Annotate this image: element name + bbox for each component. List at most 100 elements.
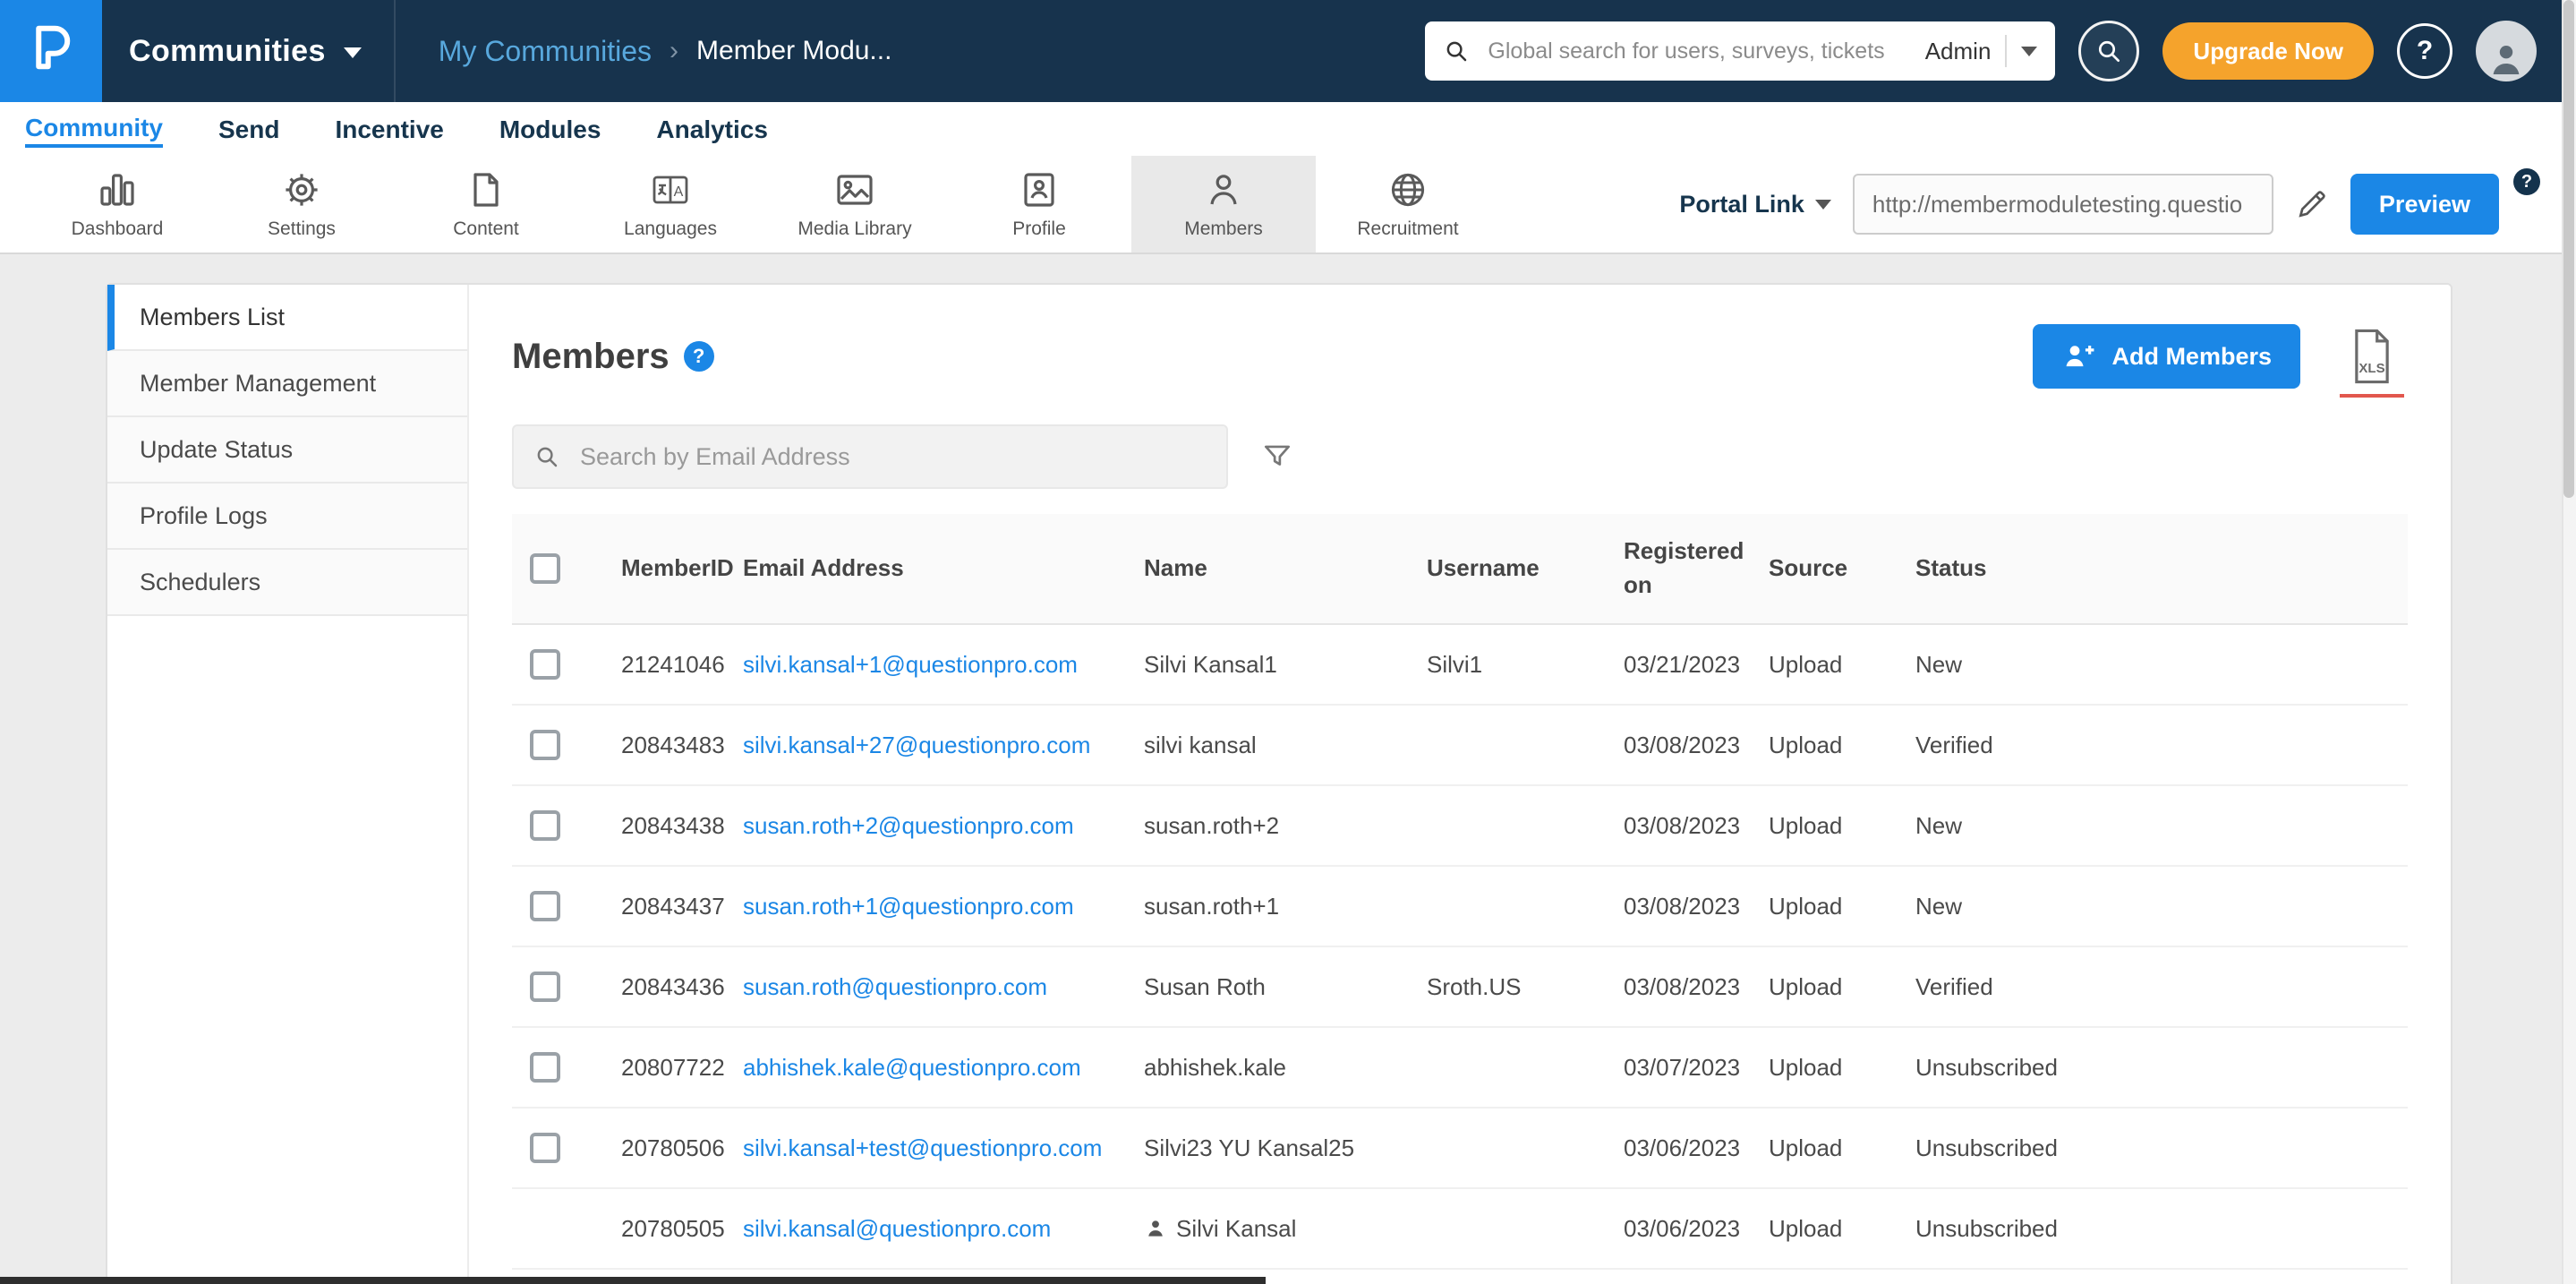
row-checkbox[interactable] <box>530 1133 560 1163</box>
toolbar-item-languages[interactable]: A Languages <box>578 156 763 253</box>
name-text: susan.roth+1 <box>1144 892 1280 920</box>
search-scope-selector[interactable]: Admin <box>1925 38 1992 65</box>
source-cell: Upload <box>1769 1134 1843 1161</box>
column-header-email: Email Address <box>743 554 904 582</box>
email-link[interactable]: susan.roth+2@questionpro.com <box>743 812 1074 839</box>
email-link[interactable]: abhishek.kale@questionpro.com <box>743 1054 1081 1081</box>
questionpro-logo[interactable] <box>0 0 102 102</box>
members-help-icon[interactable]: ? <box>683 341 714 372</box>
app-root: Communities My Communities › Member Modu… <box>0 0 2576 1284</box>
toolbar-item-settings[interactable]: Settings <box>209 156 394 253</box>
row-checkbox[interactable] <box>530 649 560 680</box>
logo-icon <box>24 21 78 81</box>
status-cell: New <box>1915 892 1963 920</box>
name-cell: Silvi Kansal <box>1133 1215 1416 1243</box>
export-xls-button[interactable]: XLS <box>2340 328 2404 398</box>
name-text: abhishek.kale <box>1144 1053 1286 1081</box>
members-card: Members List Member Management Update St… <box>106 283 2452 1284</box>
sidebar-item-schedulers[interactable]: Schedulers <box>107 550 467 616</box>
upgrade-now-button[interactable]: Upgrade Now <box>2162 22 2374 80</box>
nav-item-incentive[interactable]: Incentive <box>335 112 443 146</box>
memberid-cell: 20780505 <box>621 1214 725 1242</box>
username-cell: Sroth.US <box>1427 972 1522 1000</box>
sidebar-item-members-list[interactable]: Members List <box>107 285 467 351</box>
table-row: 20780506 silvi.kansal+test@questionpro.c… <box>512 1109 2408 1189</box>
email-link[interactable]: silvi.kansal@questionpro.com <box>743 1215 1051 1242</box>
name-text: Silvi Kansal1 <box>1144 650 1277 678</box>
add-members-button[interactable]: Add Members <box>2033 324 2300 389</box>
name-cell: susan.roth+2 <box>1133 812 1416 840</box>
vertical-scrollbar[interactable] <box>2562 0 2576 1284</box>
status-cell: Unsubscribed <box>1915 1134 2058 1161</box>
table-row: 20843436 susan.roth@questionpro.com Susa… <box>512 947 2408 1028</box>
row-checkbox[interactable] <box>530 730 560 760</box>
toolbar-item-dashboard[interactable]: Dashboard <box>25 156 209 253</box>
breadcrumb-my-communities[interactable]: My Communities <box>439 35 652 68</box>
product-switcher[interactable]: Communities <box>102 0 396 102</box>
member-search-box[interactable] <box>512 424 1228 489</box>
email-link[interactable]: susan.roth+1@questionpro.com <box>743 893 1074 920</box>
toolbar-item-content[interactable]: Content <box>394 156 578 253</box>
scrollbar-thumb[interactable] <box>2563 0 2574 498</box>
memberid-cell: 21241046 <box>621 650 725 678</box>
sidebar-item-label: Profile Logs <box>140 501 268 529</box>
toolbar-item-members[interactable]: Members <box>1131 156 1316 253</box>
nav-item-modules[interactable]: Modules <box>499 112 601 146</box>
username-cell: Silvi1 <box>1427 650 1483 678</box>
breadcrumb: My Communities › Member Modu... <box>439 35 892 68</box>
toolbar-item-label: Profile <box>1012 218 1066 239</box>
filter-icon[interactable] <box>1260 440 1294 474</box>
nav-item-analytics[interactable]: Analytics <box>656 112 768 146</box>
sidebar-item-label: Update Status <box>140 435 294 463</box>
toolbar-item-label: Languages <box>624 218 717 239</box>
name-cell: Silvi Kansal1 <box>1133 651 1416 679</box>
row-checkbox[interactable] <box>530 1052 560 1083</box>
row-checkbox[interactable] <box>530 891 560 921</box>
profile-icon <box>1018 168 1061 211</box>
email-link[interactable]: susan.roth@questionpro.com <box>743 973 1047 1000</box>
registered-on-cell: 03/06/2023 <box>1624 1214 1741 1242</box>
source-cell: Upload <box>1769 1214 1843 1242</box>
email-link[interactable]: silvi.kansal+1@questionpro.com <box>743 651 1078 678</box>
pencil-icon[interactable] <box>2295 187 2329 221</box>
person-plus-icon <box>2061 339 2095 373</box>
sidebar-item-update-status[interactable]: Update Status <box>107 417 467 484</box>
registered-on-cell: 03/08/2023 <box>1624 892 1741 920</box>
chevron-down-icon[interactable] <box>2021 46 2038 56</box>
source-cell: Upload <box>1769 650 1843 678</box>
nav-item-community[interactable]: Community <box>25 110 163 148</box>
search-submit-button[interactable] <box>2078 21 2140 81</box>
portal-link-dropdown[interactable]: Portal Link <box>1679 191 1831 218</box>
table-header: MemberID Email Address Name Username Reg… <box>512 514 2408 625</box>
nav-item-send[interactable]: Send <box>218 112 279 146</box>
member-search-input[interactable] <box>576 441 1207 473</box>
toolbar-item-profile[interactable]: Profile <box>947 156 1131 253</box>
email-link[interactable]: silvi.kansal+test@questionpro.com <box>743 1134 1102 1161</box>
languages-icon: A <box>649 168 692 211</box>
global-search[interactable]: Admin <box>1425 21 2056 81</box>
toolbar-item-media-library[interactable]: Media Library <box>763 156 947 253</box>
preview-button[interactable]: Preview <box>2350 174 2499 235</box>
recruitment-icon <box>1386 168 1429 211</box>
registered-on-cell: 03/21/2023 <box>1624 650 1741 678</box>
portal-url-input[interactable] <box>1852 174 2273 235</box>
toolbar-item-label: Settings <box>268 218 336 239</box>
email-link[interactable]: silvi.kansal+27@questionpro.com <box>743 732 1090 758</box>
sidebar-item-member-management[interactable]: Member Management <box>107 351 467 417</box>
global-search-input[interactable] <box>1484 36 1911 66</box>
row-checkbox[interactable] <box>530 810 560 841</box>
search-icon <box>1443 38 1470 64</box>
person-icon <box>1144 1217 1167 1240</box>
help-button[interactable]: ? <box>2397 23 2452 79</box>
chevron-down-icon <box>1814 199 1831 210</box>
row-checkbox[interactable] <box>530 972 560 1002</box>
name-cell: silvi kansal <box>1133 732 1416 759</box>
divider <box>2005 35 2008 67</box>
preview-help-icon[interactable]: ? <box>2513 168 2540 195</box>
memberid-cell: 20807722 <box>621 1053 725 1081</box>
toolbar-item-recruitment[interactable]: Recruitment <box>1316 156 1500 253</box>
sidebar-item-profile-logs[interactable]: Profile Logs <box>107 484 467 550</box>
user-avatar[interactable] <box>2476 21 2537 81</box>
name-text: Silvi Kansal <box>1176 1214 1297 1242</box>
select-all-checkbox[interactable] <box>530 553 560 584</box>
